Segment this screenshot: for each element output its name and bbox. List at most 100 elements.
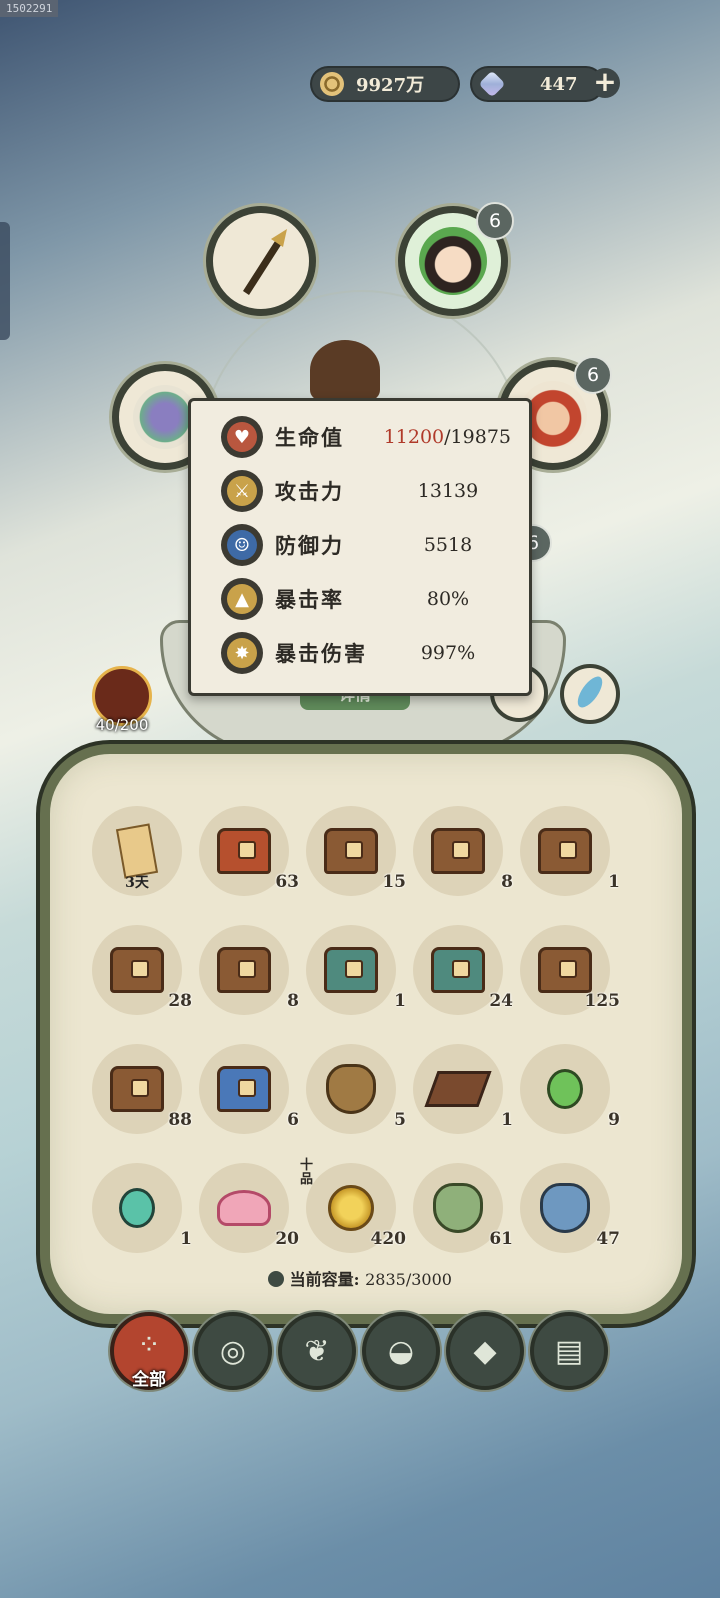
feather-slot[interactable] [560,664,620,724]
stat-value: 13139 [417,480,479,502]
scroll-icon: ▤ [554,1333,584,1369]
inventory-slot[interactable]: 63 [199,806,299,896]
gem-icon [478,70,506,98]
tab-all-label: 全部 [132,1370,166,1390]
chest-teal-icon [324,943,378,997]
tab-ores[interactable]: ◆ [446,1312,524,1390]
inventory-slot[interactable]: 420 十品 [300,1159,406,1253]
item-quantity: 47 [596,1229,620,1249]
stat-value: 11200/19875 [384,426,511,448]
tab-food[interactable]: ◒ [362,1312,440,1390]
inventory-grid: 3天 63 15 8 1 28 8 1 24 125 88 6 5 1 9 1 20 420 十品 61 47 [92,806,628,1253]
pouch-brown-icon [324,1062,378,1116]
inventory-slot[interactable]: 28 [92,925,192,1015]
side-drawer-handle[interactable] [0,222,10,340]
stat-label: 暴击率 [275,587,344,612]
inventory-slot[interactable]: 24 [413,925,513,1015]
inventory-slot[interactable]: 61 [413,1163,513,1253]
stat-icon-frame: ⚔ [221,470,263,512]
item-duration: 3天 [125,875,149,891]
stat-row-crit-rate: ▲ 暴击率 80% [221,577,511,621]
capacity-value: 2835/3000 [365,1270,452,1289]
bag-icon [268,1271,285,1287]
inventory-slot[interactable]: 47 [520,1163,620,1253]
item-quantity: 28 [168,991,192,1011]
chest-brown-icon [110,943,164,997]
inventory-slot[interactable]: 8 [199,925,299,1015]
item-quantity: 61 [489,1229,513,1249]
log-icon: ◎ [219,1333,247,1369]
inventory-slot[interactable]: 8 [413,806,513,896]
inventory-slot[interactable]: 5 [306,1044,406,1134]
stat-value: 5518 [423,534,473,556]
add-gems-button[interactable]: + [590,68,620,98]
tab-scrolls[interactable]: ▤ [530,1312,608,1390]
item-quantity: 125 [584,991,621,1011]
inventory-slot[interactable]: 6 [199,1044,299,1134]
grid-icon: ⁘ [137,1327,161,1361]
item-quantity: 1 [501,1110,513,1130]
stat-row-hp: ♥ 生命值 11200/19875 [221,415,511,459]
category-tabs: ⁘ 全部 ◎ ❦ ◒ ◆ ▤ [110,1312,610,1392]
weapon-slot[interactable] [206,206,316,316]
stat-label: 暴击伤害 [275,641,367,666]
item-quantity: 9 [608,1110,620,1130]
stat-icon-frame: ☺ [221,524,263,566]
inventory-slot[interactable]: 3天 [92,806,182,896]
gem-counter: 447 [472,68,602,100]
inventory-slot[interactable]: 1 [92,1163,192,1253]
stat-label: 攻击力 [275,479,344,504]
companion-level-badge: 6 [574,356,612,394]
inventory-slot[interactable]: 1 [520,806,620,896]
capacity-label: 当前容量: [289,1270,360,1289]
tab-herbs[interactable]: ❦ [278,1312,356,1390]
companion-level-badge: 6 [476,202,514,240]
ore-icon: ◆ [473,1333,497,1369]
inventory-slot[interactable]: 1 [306,925,406,1015]
build-id: 1502291 [0,0,59,17]
scroll-icon [110,823,164,879]
chest-teal-icon [431,943,485,997]
coin-icon [320,72,344,96]
player-level: 40/200 [95,716,149,734]
inventory-slot[interactable]: 9 [520,1044,620,1134]
item-quantity: 1 [608,872,620,892]
stat-value: 80% [426,588,470,610]
herb-icon: ❦ [304,1333,330,1369]
chest-brown-icon [538,943,592,997]
item-quantity: 1 [394,991,406,1011]
tab-materials[interactable]: ◎ [194,1312,272,1390]
inventory-slot[interactable]: 125 [520,925,620,1015]
sword-icon: ⚔ [227,476,257,506]
chest-brown-icon [324,824,378,878]
gem-amount: 447 [540,73,578,95]
potion-green-icon [538,1062,592,1116]
heart-icon: ♥ [227,422,257,452]
inventory-slot[interactable]: 88 [92,1044,192,1134]
item-quantity: 6 [287,1110,299,1130]
crit-icon: ▲ [227,584,257,614]
chest-brown-icon [431,824,485,878]
hp-max: /19875 [444,426,511,448]
chest-brown-icon [538,824,592,878]
inventory-slot[interactable]: 15 [306,806,406,896]
item-quantity: 5 [394,1110,406,1130]
tab-all[interactable]: ⁘ 全部 [110,1312,188,1390]
stat-label: 生命值 [275,425,344,450]
tray-spoon-icon [424,1062,492,1116]
coin-amount: 9927万 [356,75,425,96]
inventory-slot[interactable]: 1 [413,1044,513,1134]
inventory-slot[interactable]: 20 [199,1163,299,1253]
stat-label: 防御力 [275,533,344,558]
lotus-icon [217,1181,271,1235]
character-sprite [310,340,380,400]
item-quantity: 420 [370,1229,407,1249]
item-quantity: 15 [382,872,406,892]
stat-row-defense: ☺ 防御力 5518 [221,523,511,567]
item-quantity: 24 [489,991,513,1011]
coin-counter: 9927万 [312,68,458,100]
item-quantity: 8 [287,991,299,1011]
stat-icon-frame: ♥ [221,416,263,458]
stat-row-crit-damage: ✸ 暴击伤害 997% [221,631,511,675]
pouch-blue-icon [538,1181,592,1235]
